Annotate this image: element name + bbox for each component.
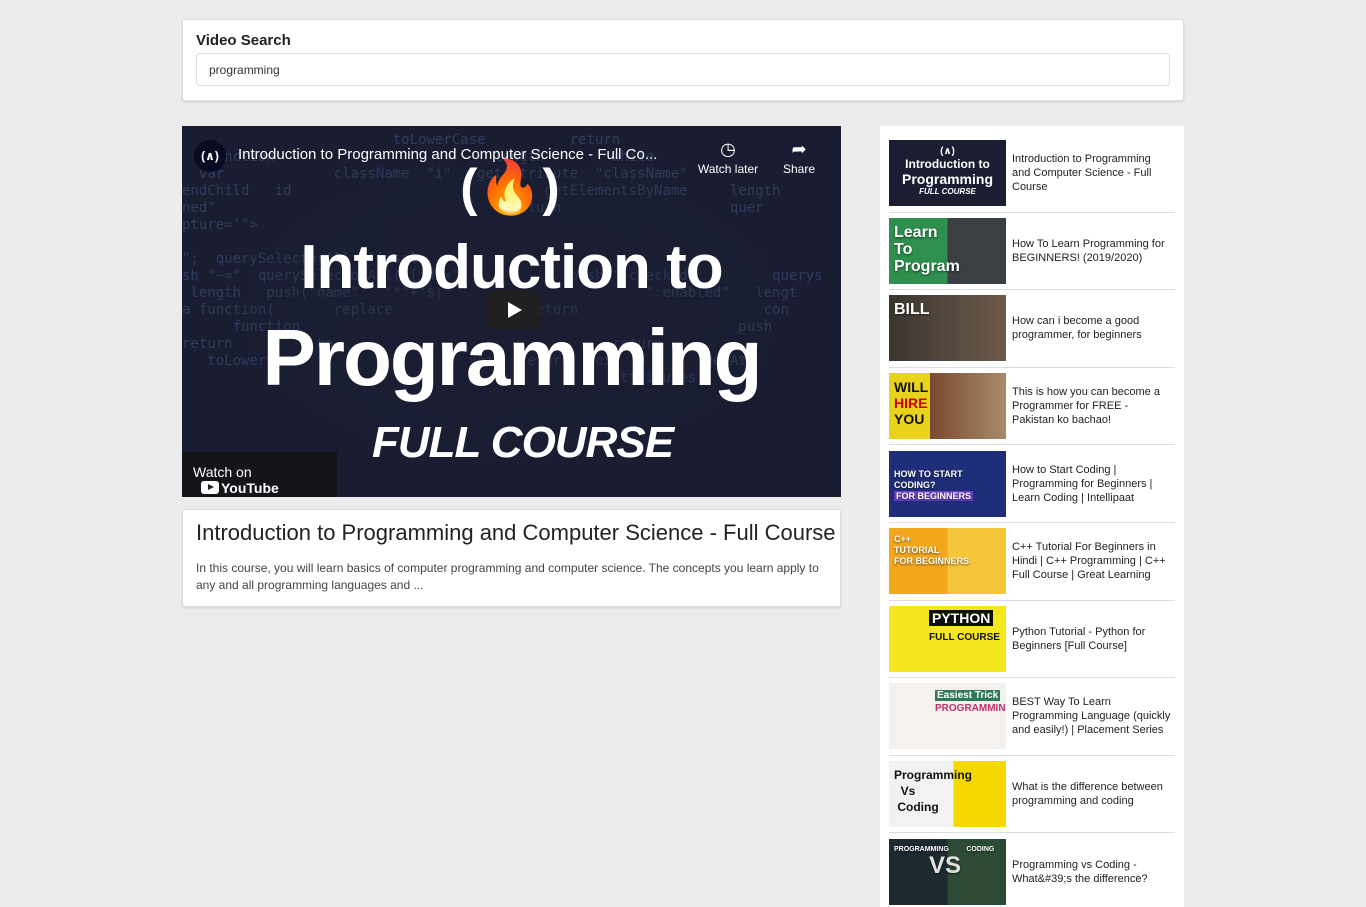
video-thumbnail[interactable]: C++ TUTORIAL FOR BEGINNERS <box>889 528 1006 595</box>
share-label: Share <box>782 162 816 176</box>
video-detail-title: Introduction to Programming and Computer… <box>196 520 836 545</box>
video-list-title[interactable]: How To Learn Programming for BEGINNERS! … <box>1006 237 1172 265</box>
youtube-logo: YouTube <box>201 480 279 496</box>
list-item[interactable]: Learn To Program How To Learn Programming … <box>889 213 1175 291</box>
watch-later-label: Watch later <box>697 162 759 176</box>
list-item[interactable]: WILL HIRE YOU This is how you can become a… <box>889 368 1175 446</box>
list-item[interactable]: BILL How can i become a good programmer,… <box>889 290 1175 368</box>
watch-on-youtube-button[interactable]: Watch on YouTube <box>182 452 337 497</box>
freecodecamp-flame-logo: (🔥) <box>460 159 560 217</box>
video-list: (∧) Introduction to Programming FULL COU… <box>880 126 1184 907</box>
watch-on-label: Watch on <box>193 464 252 480</box>
video-thumbnail[interactable]: Easiest Trick PROGRAMMING <box>889 683 1006 750</box>
list-item[interactable]: PYTHON FULL COURSE Python Tutorial - Pyth… <box>889 601 1175 679</box>
list-item[interactable]: C++ TUTORIAL FOR BEGINNERS C++ Tutorial Fo… <box>889 523 1175 601</box>
video-list-title[interactable]: Introduction to Programming and Computer… <box>1006 152 1172 194</box>
list-item[interactable]: HOW TO START CODING? FOR BEGINNERS How to … <box>889 445 1175 523</box>
search-input[interactable] <box>196 53 1170 86</box>
video-thumbnail[interactable]: HOW TO START CODING? FOR BEGINNERS <box>889 450 1006 517</box>
play-button[interactable] <box>485 290 541 330</box>
share-button[interactable]: ➦ Share <box>778 138 820 176</box>
video-thumbnail[interactable]: Programming Vs Coding <box>889 761 1006 828</box>
video-list-title[interactable]: C++ Tutorial For Beginners in Hindi | C+… <box>1006 540 1172 582</box>
video-list-title[interactable]: Python Tutorial - Python for Beginners [… <box>1006 625 1172 653</box>
watch-later-button[interactable]: ◷ Watch later <box>696 138 760 176</box>
video-thumbnail[interactable]: PYTHON FULL COURSE <box>889 605 1006 672</box>
video-thumbnail[interactable]: (∧) Introduction to Programming FULL COU… <box>889 140 1006 207</box>
list-item[interactable]: Easiest Trick PROGRAMMING BEST Way To Lea… <box>889 678 1175 756</box>
channel-logo[interactable]: (∧) <box>194 140 226 172</box>
video-player[interactable]: toLowerCase return function length while… <box>182 126 841 497</box>
video-thumbnail[interactable]: PROGRAMMING CODING VS <box>889 839 1006 906</box>
clock-icon: ◷ <box>720 139 736 159</box>
share-icon: ➦ <box>791 139 807 159</box>
video-thumbnail[interactable]: BILL <box>889 295 1006 362</box>
video-detail-card: Introduction to Programming and Computer… <box>182 509 841 607</box>
video-list-title[interactable]: How to Start Coding | Programming for Be… <box>1006 463 1172 505</box>
video-detail-description: In this course, you will learn basics of… <box>196 561 819 592</box>
youtube-play-icon <box>201 481 219 494</box>
search-card: Video Search <box>182 19 1184 101</box>
video-thumbnail[interactable]: WILL HIRE YOU <box>889 373 1006 440</box>
list-item[interactable]: (∧) Introduction to Programming FULL COU… <box>889 135 1175 213</box>
video-list-title[interactable]: Programming vs Coding - What&#39;s the d… <box>1006 858 1172 886</box>
video-list-title[interactable]: How can i become a good programmer, for … <box>1006 314 1172 342</box>
search-label: Video Search <box>196 32 291 49</box>
list-item[interactable]: PROGRAMMING CODING VS Programming vs Cod… <box>889 833 1175 907</box>
video-list-title[interactable]: This is how you can become a Programmer … <box>1006 385 1172 427</box>
video-list-title[interactable]: What is the difference between programmi… <box>1006 780 1172 808</box>
list-item[interactable]: Programming Vs Coding What is the differ… <box>889 756 1175 834</box>
video-list-title[interactable]: BEST Way To Learn Programming Language (… <box>1006 695 1172 737</box>
video-thumbnail[interactable]: Learn To Program <box>889 217 1006 284</box>
